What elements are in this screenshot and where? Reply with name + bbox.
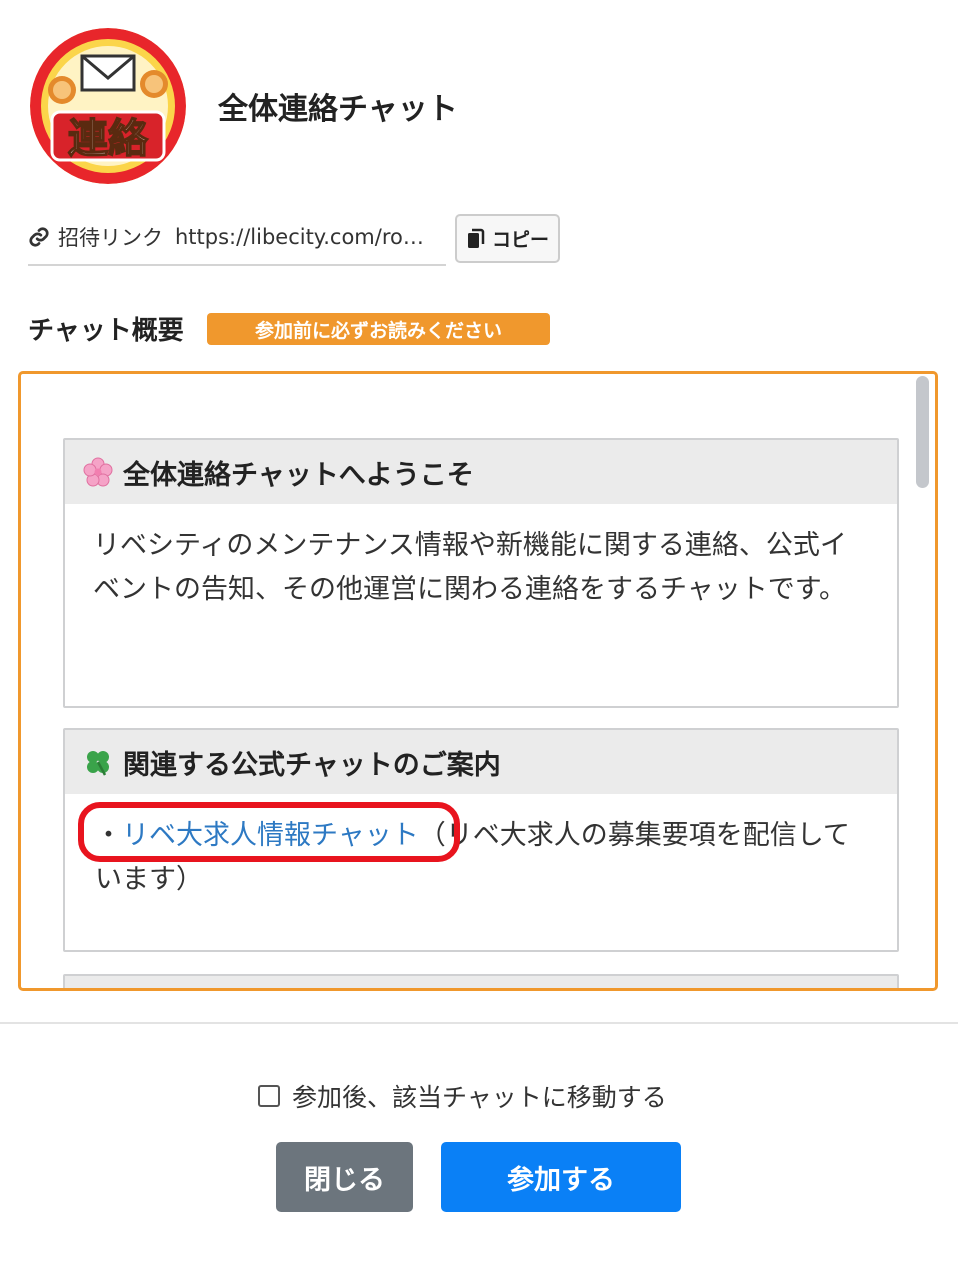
overview-heading: チャット概要 bbox=[28, 316, 184, 346]
link-icon bbox=[29, 227, 49, 247]
chat-avatar: 連絡 bbox=[30, 28, 186, 184]
close-button[interactable]: 閉じる bbox=[276, 1142, 413, 1212]
job-info-chat-link[interactable]: リベ大求人情報チャット bbox=[122, 820, 419, 851]
copy-button-label: コピー bbox=[491, 229, 549, 251]
footer-divider bbox=[0, 1022, 958, 1024]
scrollbar[interactable] bbox=[915, 374, 933, 988]
move-after-join-row[interactable]: 参加後、該当チャットに移動する bbox=[258, 1078, 667, 1114]
four-leaf-clover-icon bbox=[87, 751, 109, 776]
welcome-card-body: リベシティのメンテナンス情報や新機能に関する連絡、公式イベントの告知、その他運営… bbox=[93, 530, 847, 605]
invite-link-row: 招待リンク https://libecity.com/ro… bbox=[28, 210, 446, 266]
chat-description-box[interactable]: 全体連絡チャットへようこそ リベシティのメンテナンス情報や新機能に関する連絡、公… bbox=[18, 371, 938, 991]
cherry-blossom-icon bbox=[83, 457, 113, 487]
welcome-card: 全体連絡チャットへようこそ リベシティのメンテナンス情報や新機能に関する連絡、公… bbox=[63, 438, 899, 708]
move-after-join-label[interactable]: 参加後、該当チャットに移動する bbox=[292, 1078, 667, 1114]
scrollbar-thumb[interactable] bbox=[916, 376, 929, 488]
related-chats-card: 関連する公式チャットのご案内 ・リベ大求人情報チャット（リベ大求人の募集要項を配… bbox=[63, 728, 899, 952]
read-before-join-badge: 参加前に必ずお読みください bbox=[207, 313, 550, 345]
join-button[interactable]: 参加する bbox=[441, 1142, 681, 1212]
chat-title: 全体連絡チャット bbox=[218, 92, 458, 127]
move-after-join-checkbox[interactable] bbox=[258, 1085, 280, 1107]
invite-link-label: 招待リンク bbox=[58, 226, 163, 250]
related-chats-card-header: 関連する公式チャットのご案内 bbox=[65, 730, 897, 794]
welcome-card-title: 全体連絡チャットへようこそ bbox=[123, 459, 474, 491]
invite-link-url[interactable]: https://libecity.com/ro… bbox=[175, 225, 446, 249]
copy-icon bbox=[467, 228, 485, 248]
next-card-partial bbox=[63, 974, 899, 988]
welcome-card-header: 全体連絡チャットへようこそ bbox=[65, 440, 897, 504]
related-chats-card-body: ・リベ大求人情報チャット（リベ大求人の募集要項を配信しています） bbox=[65, 794, 897, 902]
next-card-header bbox=[65, 976, 897, 988]
copy-button[interactable]: コピー bbox=[455, 214, 560, 263]
chat-avatar-image: 連絡 bbox=[30, 28, 186, 184]
bullet: ・ bbox=[95, 820, 122, 851]
related-chats-card-title: 関連する公式チャットのご案内 bbox=[123, 749, 501, 781]
avatar-text: 連絡 bbox=[68, 116, 149, 162]
